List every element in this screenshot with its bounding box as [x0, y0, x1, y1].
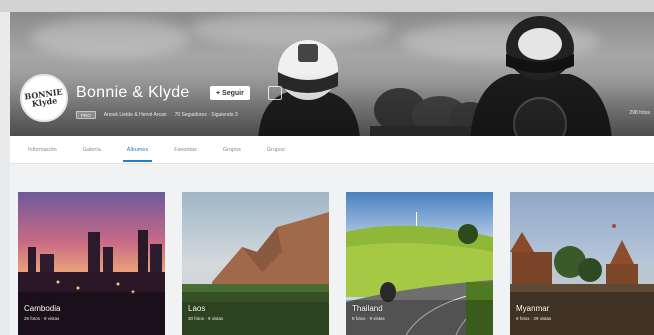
album-title: Cambodia	[24, 304, 61, 313]
album-title: Laos	[188, 304, 206, 313]
follow-button[interactable]: + Seguir	[210, 86, 250, 100]
pro-badge: PRO	[76, 111, 96, 119]
cloud	[30, 18, 190, 58]
profile-stats[interactable]: 70 Seguidores · Siguiendo 3	[175, 112, 238, 118]
follow-label: + Seguir	[216, 89, 244, 97]
page: BONNIE Klyde Bonnie & Klyde + Seguir PRO…	[0, 0, 654, 335]
album-card[interactable]: Thailand 8 fotos · 9 vistas	[346, 192, 493, 335]
browser-strip	[0, 0, 654, 12]
tab-grupos-2[interactable]: Grupos	[267, 136, 285, 164]
album-title: Myanmar	[516, 304, 550, 313]
album-cover-image	[18, 192, 165, 335]
logo-text: BONNIE Klyde	[23, 86, 64, 109]
photo-count: 298 fotos	[629, 110, 650, 116]
albums-grid: Cambodia 26 fotos · 8 vistas Laos 30 fot…	[18, 192, 654, 335]
album-meta: 30 fotos · 9 vistas	[188, 316, 224, 321]
album-meta: 9 fotos · 29 vistas	[516, 316, 552, 321]
tab-albumes[interactable]: Álbumes	[122, 136, 153, 164]
profile-frame: BONNIE Klyde Bonnie & Klyde + Seguir PRO…	[10, 12, 654, 335]
album-title: Thailand	[352, 304, 383, 313]
more-options-button[interactable]	[268, 86, 282, 100]
tab-informacion[interactable]: Información	[28, 136, 57, 164]
tab-galeria[interactable]: Galería	[83, 136, 101, 164]
album-cover-image	[346, 192, 493, 335]
tab-grupos[interactable]: Grupos	[223, 136, 241, 164]
tab-favoritas[interactable]: Favoritas	[174, 136, 197, 164]
album-meta: 8 fotos · 9 vistas	[352, 316, 385, 321]
profile-avatar[interactable]: BONNIE Klyde	[20, 74, 68, 122]
profile-meta: PRO Anouk Lietde & Hervé Arcan 70 Seguid…	[76, 110, 238, 120]
profile-tabs: Información Galería Álbumes Favoritas Gr…	[10, 136, 654, 164]
album-cover-image	[510, 192, 654, 335]
album-cover-image	[182, 192, 329, 335]
profile-authors: Anouk Lietde & Hervé Arcan	[103, 112, 167, 118]
cover-shade	[10, 72, 654, 136]
album-meta: 26 fotos · 8 vistas	[24, 316, 60, 321]
cover-photo: BONNIE Klyde Bonnie & Klyde + Seguir PRO…	[10, 12, 654, 136]
album-card[interactable]: Cambodia 26 fotos · 8 vistas	[18, 192, 165, 335]
profile-title: Bonnie & Klyde	[76, 84, 190, 101]
album-card[interactable]: Myanmar 9 fotos · 29 vistas	[510, 192, 654, 335]
album-card[interactable]: Laos 30 fotos · 9 vistas	[182, 192, 329, 335]
